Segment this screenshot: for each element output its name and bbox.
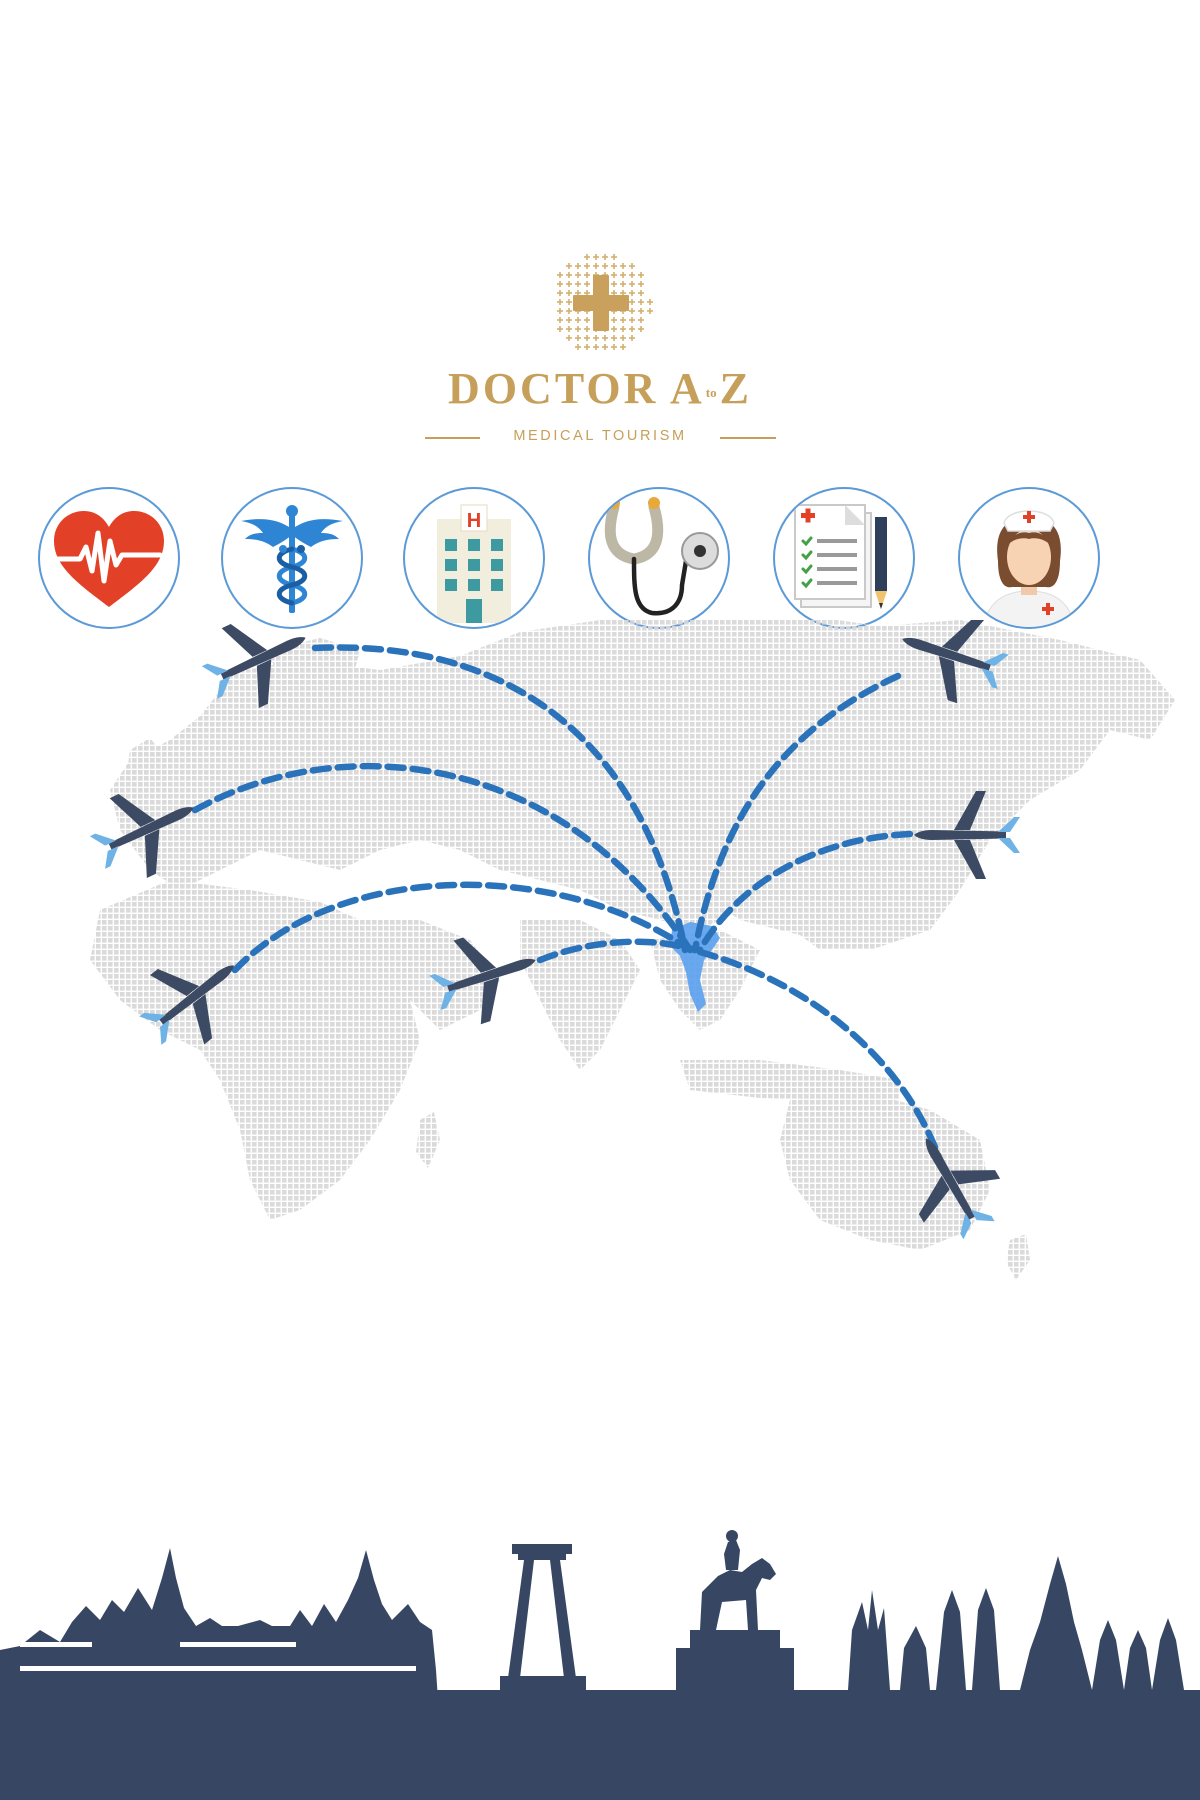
skyline-silhouette <box>0 1530 1200 1800</box>
medical-report-icon <box>773 487 915 629</box>
hospital-icon: H <box>403 487 545 629</box>
heartbeat-icon <box>38 487 180 629</box>
tagline-rule-right <box>720 437 776 439</box>
world-route-map <box>0 620 1200 1480</box>
cross-dots-emblem-icon <box>557 254 653 350</box>
brand-name-to: to <box>705 385 717 400</box>
brand-name: DOCTOR AtoZ <box>0 367 1200 411</box>
svg-text:H: H <box>467 510 481 532</box>
caduceus-icon <box>221 487 363 629</box>
brand-logo: DOCTOR AtoZ MEDICAL TOURISM <box>0 245 1200 455</box>
brand-tagline: MEDICAL TOURISM <box>513 428 687 444</box>
bangkok-skyline <box>0 1530 1200 1800</box>
brand-name-part1: DOCTOR A <box>448 364 705 413</box>
brand-name-part2: Z <box>719 364 752 413</box>
world-map-svg <box>78 620 1175 1280</box>
stethoscope-icon <box>588 487 730 629</box>
tagline-row: MEDICAL TOURISM <box>0 428 1200 448</box>
medical-icons-row: H <box>0 487 1200 633</box>
tagline-rule-left <box>425 437 480 439</box>
nurse-icon <box>958 487 1100 629</box>
